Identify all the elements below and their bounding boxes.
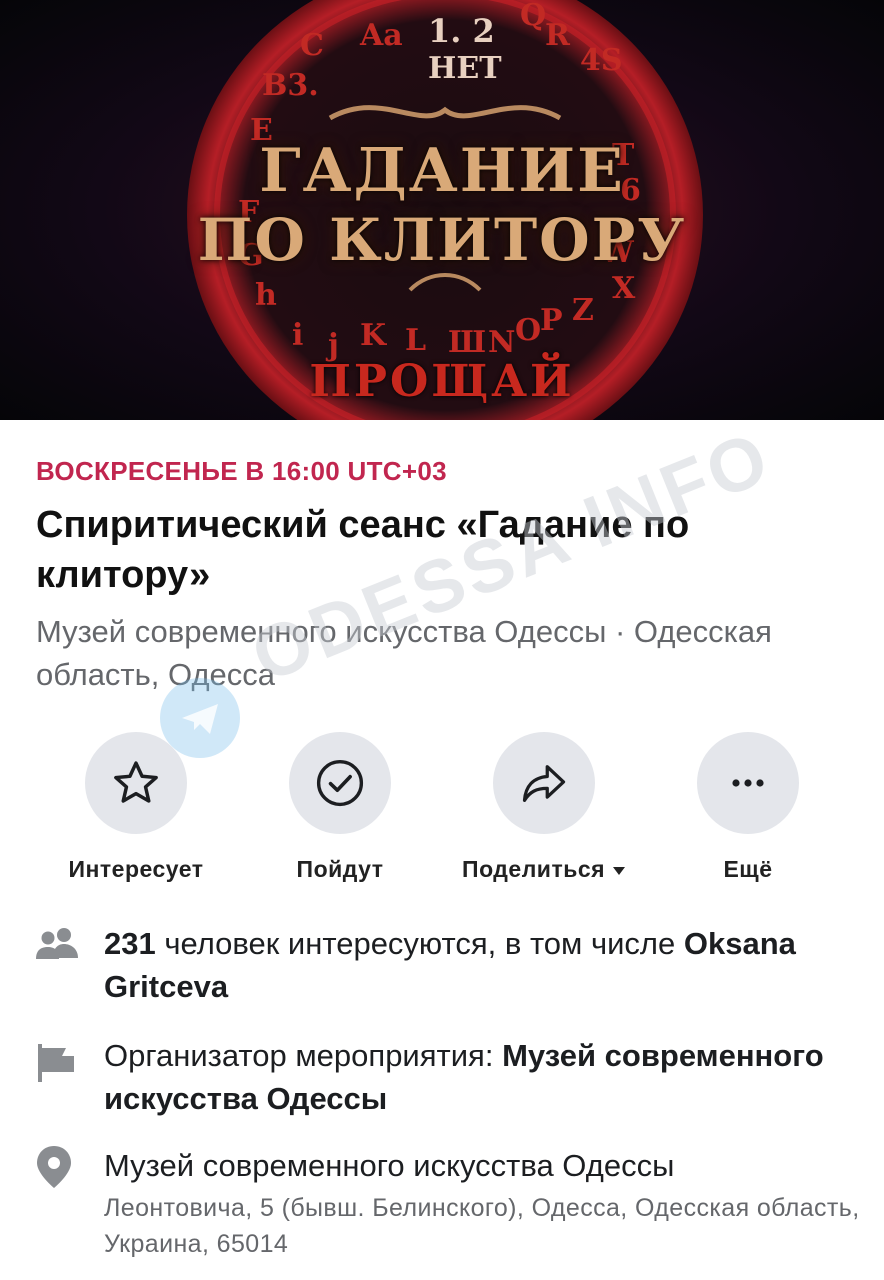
place-name[interactable]: Музей современного искусства Одессы: [104, 1144, 864, 1187]
people-icon: [36, 928, 78, 959]
more-icon: [732, 779, 764, 787]
svg-text:X: X: [612, 271, 636, 306]
svg-text:Z: Z: [572, 293, 594, 328]
interested-count: 231: [104, 926, 156, 961]
going-label: Пойдут: [296, 856, 384, 882]
interested-label: Интересует: [68, 856, 204, 882]
svg-text:Ш: Ш: [448, 325, 486, 360]
location-pin-icon: [37, 1146, 71, 1188]
svg-text:1. 2: 1. 2: [428, 12, 495, 50]
svg-text:C: C: [300, 28, 324, 63]
svg-text:h: h: [255, 278, 277, 313]
cover-title-line1: ГАДАНИЕ: [259, 136, 625, 206]
svg-text:Aa: Aa: [359, 18, 403, 53]
svg-text:B3.: B3.: [262, 68, 319, 103]
event-cover-image[interactable]: B3. E F G h i j K L Ш N O P Z W X 6 T 4S…: [0, 0, 884, 420]
event-title: Спиритический сеанс «Гадание по клитору»: [36, 504, 690, 596]
svg-text:R: R: [545, 18, 571, 53]
svg-text:i: i: [292, 318, 303, 353]
share-button[interactable]: Поделиться: [444, 732, 644, 883]
star-icon: [114, 761, 158, 803]
action-bar: Интересует Пойдут Поделиться Ещё: [0, 732, 884, 882]
svg-text:L: L: [405, 323, 426, 358]
caret-down-icon: [612, 866, 625, 875]
more-button[interactable]: Ещё: [648, 732, 848, 883]
going-button[interactable]: Пойдут: [240, 732, 440, 883]
svg-text:НЕТ: НЕТ: [428, 51, 502, 86]
event-date: ВОСКРЕСЕНЬЕ В 16:00 UTC+03: [36, 456, 447, 486]
share-icon: [522, 765, 566, 802]
share-label: Поделиться: [462, 856, 606, 882]
svg-text:4S: 4S: [580, 43, 623, 78]
cover-bottom-word: ПРОЩАЙ: [309, 356, 575, 407]
interested-text: человек интересуются, в том числе: [155, 926, 684, 961]
organizer-label: Организатор мероприятия:: [104, 1038, 503, 1073]
svg-text:K: K: [360, 318, 387, 353]
svg-text:P: P: [540, 303, 563, 338]
check-circle-icon: [316, 759, 364, 807]
interested-button[interactable]: Интересует: [36, 732, 236, 883]
svg-text:Q: Q: [520, 0, 546, 33]
event-location[interactable]: Музей современного искусства Одессы · Од…: [36, 610, 836, 696]
more-label: Ещё: [723, 856, 773, 882]
flag-icon: [38, 1044, 74, 1082]
svg-text:O: O: [515, 313, 541, 348]
place-address: Леонтовича, 5 (бывш. Белинского), Одесса…: [104, 1194, 860, 1258]
cover-title-line2: ПО КЛИТОРУ: [197, 206, 687, 274]
svg-text:N: N: [488, 325, 515, 360]
